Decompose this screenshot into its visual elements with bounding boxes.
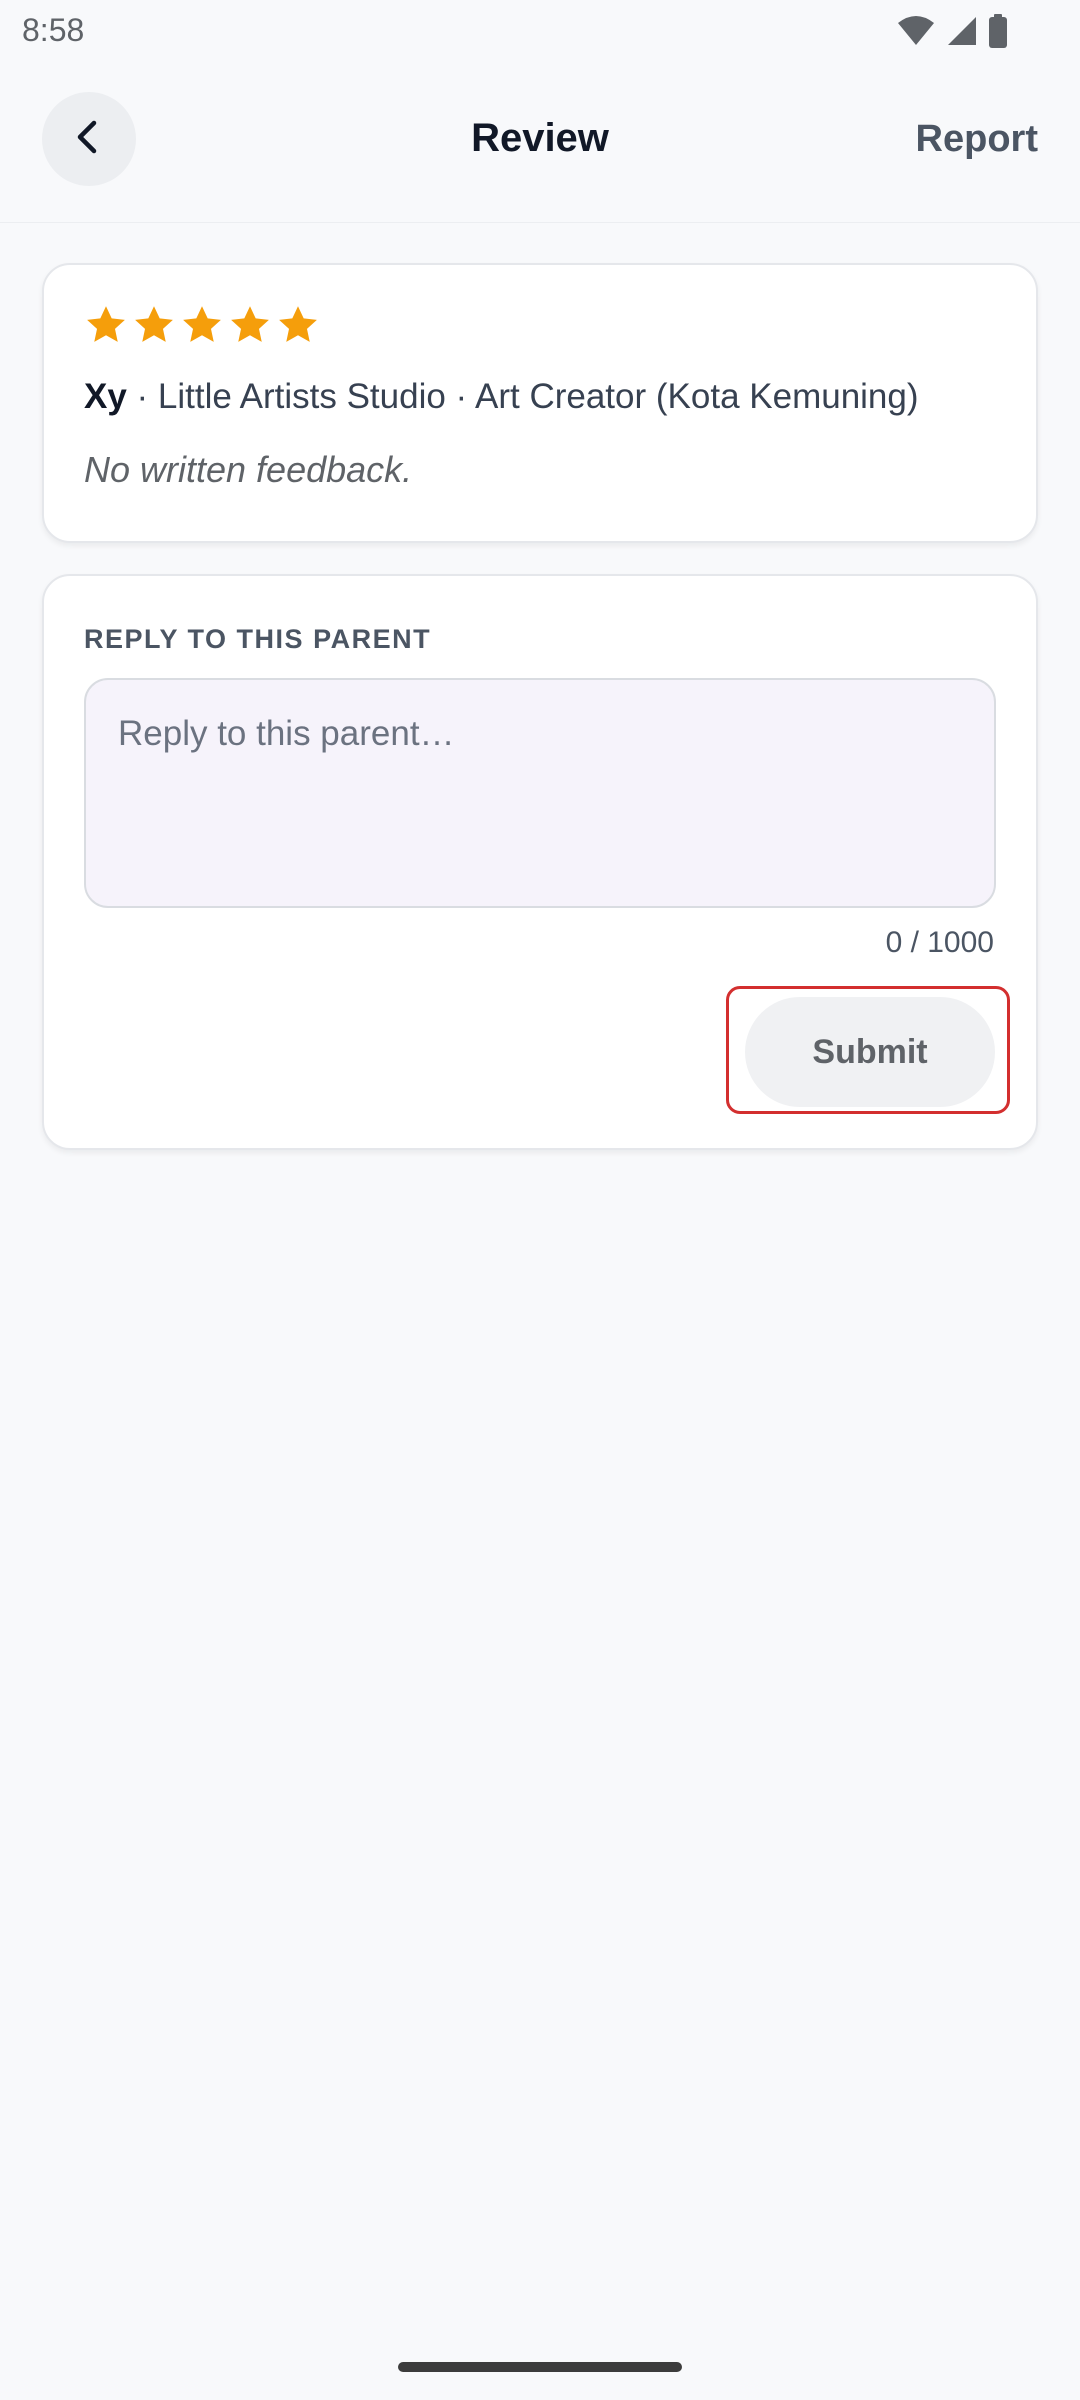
review-meta: Xy · Little Artists Studio · Art Creator… — [84, 377, 919, 417]
home-indicator[interactable] — [398, 2362, 682, 2372]
report-button[interactable]: Report — [916, 118, 1038, 161]
star-rating — [84, 303, 320, 347]
star-icon — [132, 303, 176, 347]
battery-icon — [988, 14, 1008, 53]
signal-icon — [946, 15, 978, 52]
reviewer-name: Xy — [84, 377, 127, 416]
star-icon — [84, 303, 128, 347]
review-card: Xy · Little Artists Studio · Art Creator… — [42, 263, 1038, 543]
review-feedback: No written feedback. — [84, 449, 413, 490]
reply-label: REPLY TO THIS PARENT — [84, 624, 432, 654]
reply-card: REPLY TO THIS PARENT 0 / 1000 Submit — [42, 574, 1038, 1150]
status-bar: 8:58 — [0, 0, 1080, 64]
wifi-icon — [896, 15, 936, 52]
review-details: · Little Artists Studio · Art Creator (K… — [126, 377, 919, 416]
star-icon — [228, 303, 272, 347]
submit-highlight: Submit — [726, 986, 1010, 1114]
star-icon — [276, 303, 320, 347]
char-count: 0 / 1000 — [885, 926, 994, 959]
status-time: 8:58 — [22, 12, 85, 48]
app-header: Review Report — [0, 64, 1080, 223]
status-icons — [896, 14, 1008, 53]
submit-button[interactable]: Submit — [745, 997, 995, 1107]
star-icon — [180, 303, 224, 347]
reply-input[interactable] — [84, 678, 996, 908]
